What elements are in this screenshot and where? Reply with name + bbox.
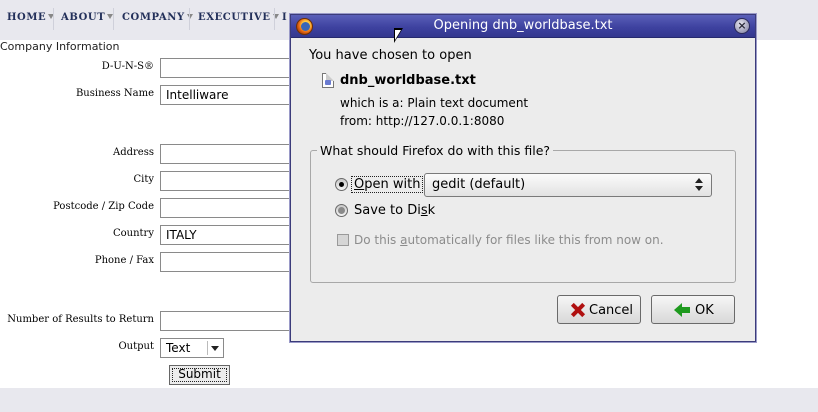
dialog-titlebar[interactable]: Opening dnb_worldbase.txt × xyxy=(291,15,755,38)
duns-input[interactable] xyxy=(160,58,300,78)
red-x-icon xyxy=(571,303,585,317)
focus-ring xyxy=(172,368,227,382)
open-with-radio[interactable] xyxy=(335,178,348,191)
postcode-input[interactable] xyxy=(160,198,300,218)
file-type-row: which is a: Plain text document xyxy=(340,96,528,110)
nav-separator xyxy=(189,8,190,30)
ok-label: OK xyxy=(695,303,714,318)
up-down-arrows-icon xyxy=(695,178,703,192)
dialog-title: Opening dnb_worldbase.txt xyxy=(433,18,613,33)
auto-action-checkbox[interactable] xyxy=(337,234,349,246)
nav-separator xyxy=(113,8,114,30)
city-label: City xyxy=(133,174,154,185)
cancel-label: Cancel xyxy=(589,303,634,318)
results-count-input[interactable] xyxy=(160,311,300,331)
phone-fax-label: Phone / Fax xyxy=(94,255,154,266)
mouse-pointer-icon xyxy=(394,28,403,43)
file-source-label: from: xyxy=(340,114,372,128)
green-arrow-icon xyxy=(674,303,690,317)
file-type-label: which is a: xyxy=(340,96,404,110)
file-source-value: http://127.0.0.1:8080 xyxy=(375,114,505,128)
application-select[interactable]: gedit (default) xyxy=(424,173,712,197)
text-file-icon xyxy=(322,73,334,88)
close-icon[interactable]: × xyxy=(734,18,750,34)
section-title: Company Information xyxy=(0,40,120,53)
nav-company[interactable]: COMPANY xyxy=(122,12,193,23)
download-dialog: Opening dnb_worldbase.txt × You have cho… xyxy=(290,14,756,342)
chevron-down-icon xyxy=(207,341,221,355)
application-select-value: gedit (default) xyxy=(432,177,526,192)
cancel-button[interactable]: Cancel xyxy=(557,295,641,324)
address-label: Address xyxy=(113,147,154,158)
city-input[interactable] xyxy=(160,171,300,191)
save-to-disk-label[interactable]: Save to Disk xyxy=(354,203,435,218)
open-with-label[interactable]: Open with xyxy=(351,176,424,193)
file-source-row: from: http://127.0.0.1:8080 xyxy=(340,114,504,128)
country-label: Country xyxy=(112,228,154,239)
nav-home[interactable]: HOME xyxy=(7,12,55,23)
nav-separator xyxy=(53,8,54,30)
results-count-label: Number of Results to Return xyxy=(7,314,154,325)
nav-about[interactable]: ABOUT xyxy=(61,12,114,23)
address-input[interactable] xyxy=(160,144,300,164)
phone-fax-input[interactable] xyxy=(160,252,300,272)
country-input[interactable]: ITALY xyxy=(160,225,300,245)
output-select[interactable]: Text xyxy=(160,338,224,358)
auto-action-label[interactable]: Do this automatically for files like thi… xyxy=(354,233,664,247)
action-group-legend: What should Firefox do with this file? xyxy=(317,143,554,158)
nav-item-partial[interactable]: I xyxy=(282,12,287,23)
postcode-label: Postcode / Zip Code xyxy=(53,201,154,212)
duns-label: D-U-N-S® xyxy=(101,61,154,72)
business-name-input[interactable]: Intelliware xyxy=(160,85,300,105)
nav-separator xyxy=(274,8,275,30)
nav-executive[interactable]: EXECUTIVE xyxy=(198,12,279,23)
output-label: Output xyxy=(118,341,154,352)
business-name-label: Business Name xyxy=(75,88,154,99)
ok-button[interactable]: OK xyxy=(651,295,735,324)
intro-text: You have chosen to open xyxy=(309,48,472,63)
file-type-value: Plain text document xyxy=(407,96,529,110)
submit-button[interactable]: Submit xyxy=(169,365,230,385)
file-name: dnb_worldbase.txt xyxy=(340,73,476,88)
save-to-disk-radio[interactable] xyxy=(335,204,348,217)
output-select-value: Text xyxy=(166,341,191,355)
footer-bar xyxy=(0,388,818,412)
